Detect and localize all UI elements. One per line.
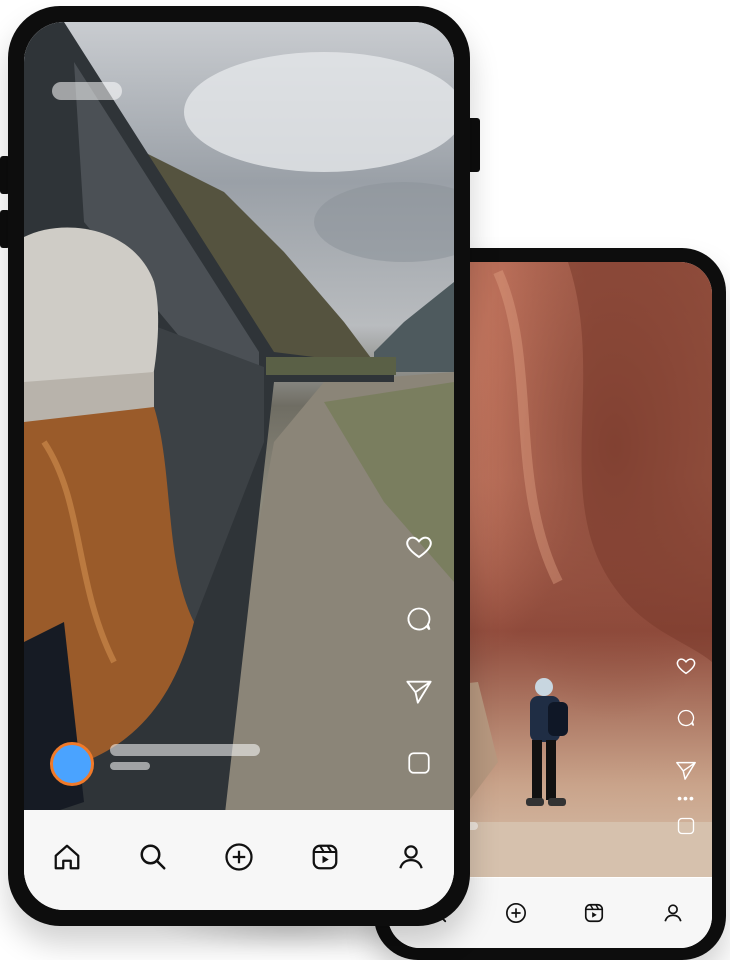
caption-subbar (110, 762, 150, 770)
reels-icon (312, 844, 338, 870)
tab-profile[interactable] (391, 837, 431, 877)
bookmark-icon (677, 817, 695, 835)
caption-bar (110, 744, 260, 756)
share-button[interactable] (674, 758, 698, 782)
save-button[interactable] (674, 814, 698, 838)
creator-avatar[interactable] (50, 742, 94, 786)
share-button[interactable] (404, 676, 434, 706)
bookmark-icon (408, 752, 430, 774)
heart-icon (406, 536, 432, 559)
front-action-column (404, 532, 434, 778)
tab-search[interactable] (133, 837, 173, 877)
heart-icon (676, 658, 696, 675)
add-icon (505, 903, 526, 923)
comment-icon (407, 607, 431, 631)
profile-icon (399, 845, 423, 869)
front-phone-screen (24, 22, 454, 910)
reels-icon (585, 903, 604, 923)
like-button[interactable] (674, 654, 698, 678)
tab-create[interactable] (496, 893, 536, 933)
comment-button[interactable] (674, 706, 698, 730)
tab-home[interactable] (47, 837, 87, 877)
tab-create[interactable] (219, 837, 259, 877)
comment-button[interactable] (404, 604, 434, 634)
home-icon (54, 844, 80, 870)
back-action-column: ••• (674, 654, 698, 838)
save-button[interactable] (404, 748, 434, 778)
tab-reels[interactable] (574, 893, 614, 933)
front-tab-bar (24, 810, 454, 910)
send-icon (406, 680, 432, 704)
tab-profile[interactable] (653, 893, 693, 933)
status-pill (52, 82, 122, 100)
send-icon (676, 761, 696, 780)
front-phone (8, 6, 470, 926)
more-icon[interactable]: ••• (677, 791, 695, 805)
add-icon (225, 843, 253, 871)
train-illustration (24, 22, 454, 822)
train-photo[interactable] (24, 22, 454, 822)
like-button[interactable] (404, 532, 434, 562)
profile-icon (664, 904, 682, 922)
comment-icon (677, 709, 695, 727)
search-icon (140, 844, 166, 870)
tab-reels[interactable] (305, 837, 345, 877)
